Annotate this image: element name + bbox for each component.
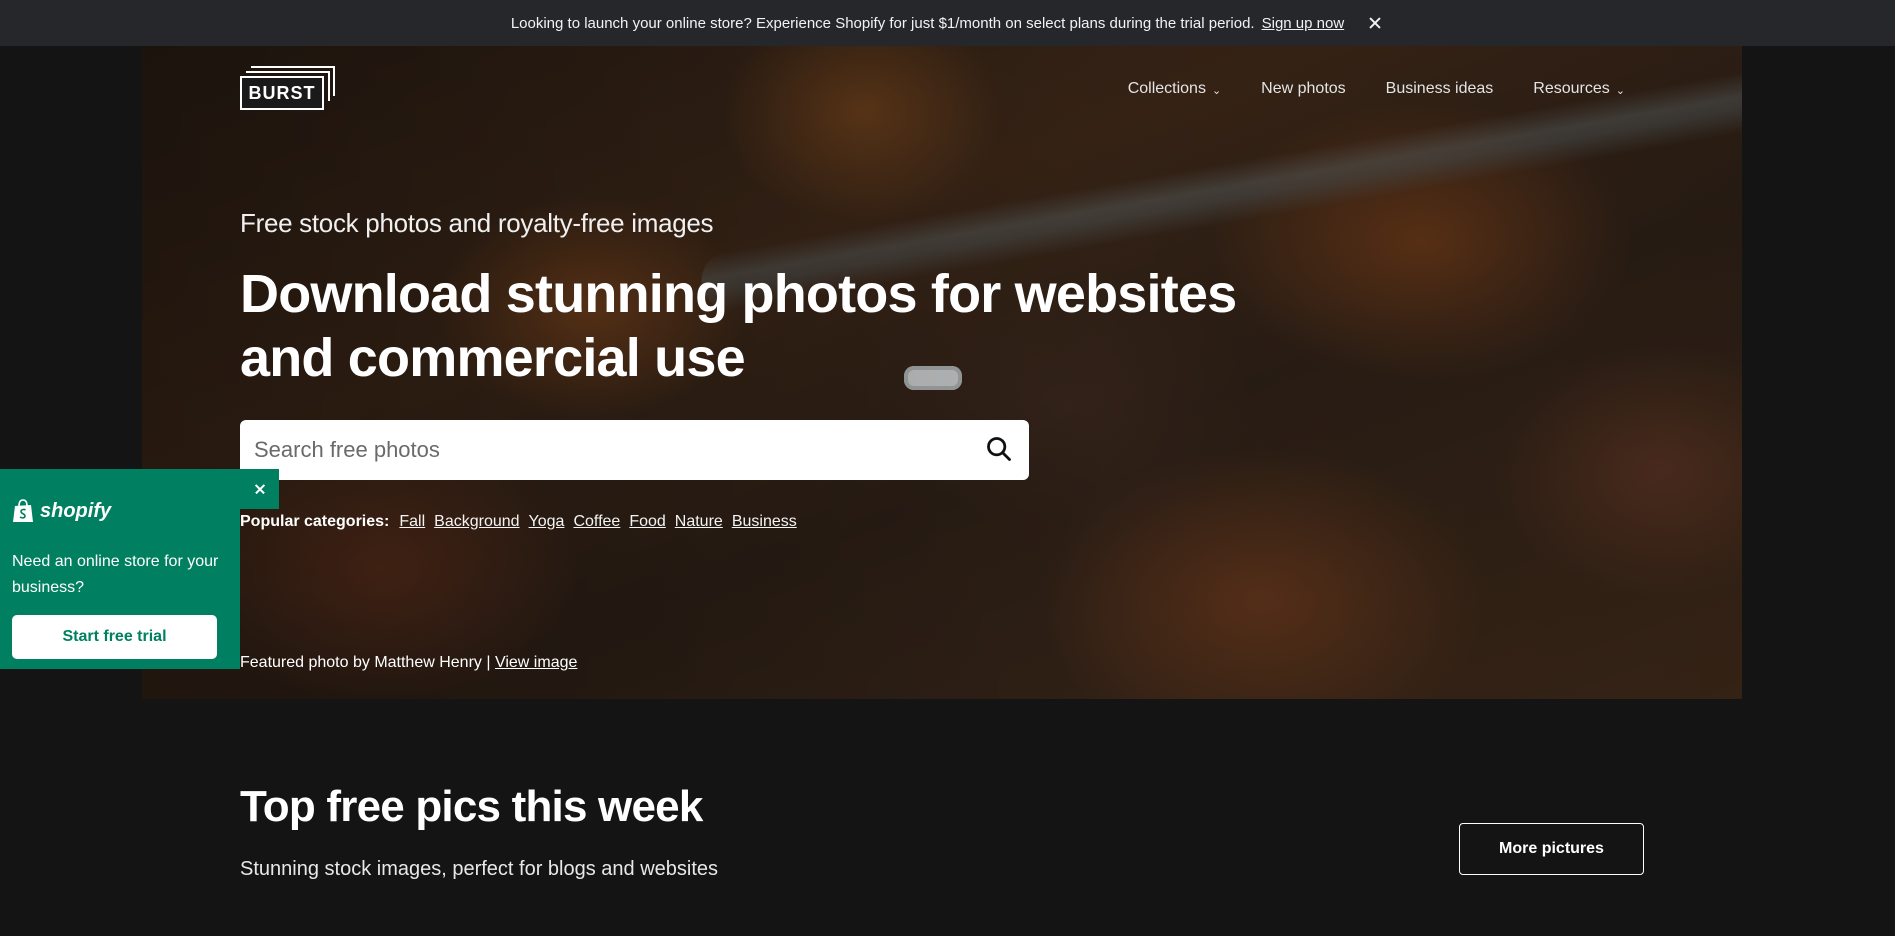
- category-link-food[interactable]: Food: [629, 513, 665, 531]
- chevron-down-icon: ⌄: [1211, 84, 1222, 97]
- view-image-link[interactable]: View image: [495, 654, 577, 671]
- hero-subtitle: Free stock photos and royalty-free image…: [240, 208, 714, 238]
- section-title: Top free pics this week: [240, 782, 703, 831]
- close-icon: [252, 481, 268, 497]
- close-icon[interactable]: [1366, 14, 1384, 32]
- shopify-logo: shopify: [12, 499, 111, 523]
- hero-headline: Download stunning photos for websites an…: [240, 264, 1237, 388]
- popular-categories: Popular categories: Fall Background Yoga…: [240, 513, 797, 531]
- credit-text: Featured photo by Matthew Henry |: [240, 654, 491, 671]
- category-link-coffee[interactable]: Coffee: [573, 513, 620, 531]
- shopify-popup: shopify Need an online store for your bu…: [0, 469, 279, 669]
- start-free-trial-button[interactable]: Start free trial: [12, 615, 217, 659]
- category-link-fall[interactable]: Fall: [399, 513, 425, 531]
- category-link-yoga[interactable]: Yoga: [529, 513, 565, 531]
- main-nav: Collections ⌄ New photos Business ideas …: [1128, 78, 1625, 100]
- nav-item-new-photos[interactable]: New photos: [1261, 78, 1346, 100]
- nav-item-business-ideas[interactable]: Business ideas: [1386, 78, 1494, 100]
- shopify-brand-text: shopify: [40, 499, 112, 522]
- popular-label: Popular categories:: [240, 513, 390, 530]
- nav-item-collections[interactable]: Collections ⌄: [1128, 78, 1221, 100]
- sign-up-link[interactable]: Sign up now: [1262, 15, 1345, 32]
- more-pictures-button[interactable]: More pictures: [1459, 823, 1644, 875]
- popup-message: Need an online store for your business?: [12, 553, 219, 596]
- search-icon[interactable]: [985, 435, 1015, 465]
- photo-credit: Featured photo by Matthew Henry | View i…: [240, 654, 577, 672]
- search-input[interactable]: [254, 437, 985, 463]
- category-link-nature[interactable]: Nature: [675, 513, 723, 531]
- search-bar: [240, 420, 1029, 480]
- category-link-background[interactable]: Background: [434, 513, 519, 531]
- burst-logo[interactable]: BURST: [240, 66, 335, 110]
- popup-close-button[interactable]: [240, 469, 279, 509]
- logo-text: BURST: [240, 76, 324, 110]
- nav-item-resources[interactable]: Resources ⌄: [1533, 78, 1625, 100]
- category-link-business[interactable]: Business: [732, 513, 797, 531]
- announcement-text: Looking to launch your online store? Exp…: [510, 14, 1255, 32]
- chevron-down-icon: ⌄: [1615, 84, 1625, 97]
- shopping-bag-icon: [13, 499, 33, 522]
- section-subtitle: Stunning stock images, perfect for blogs…: [240, 858, 719, 880]
- announcement-bar: Looking to launch your online store? Exp…: [0, 0, 1895, 46]
